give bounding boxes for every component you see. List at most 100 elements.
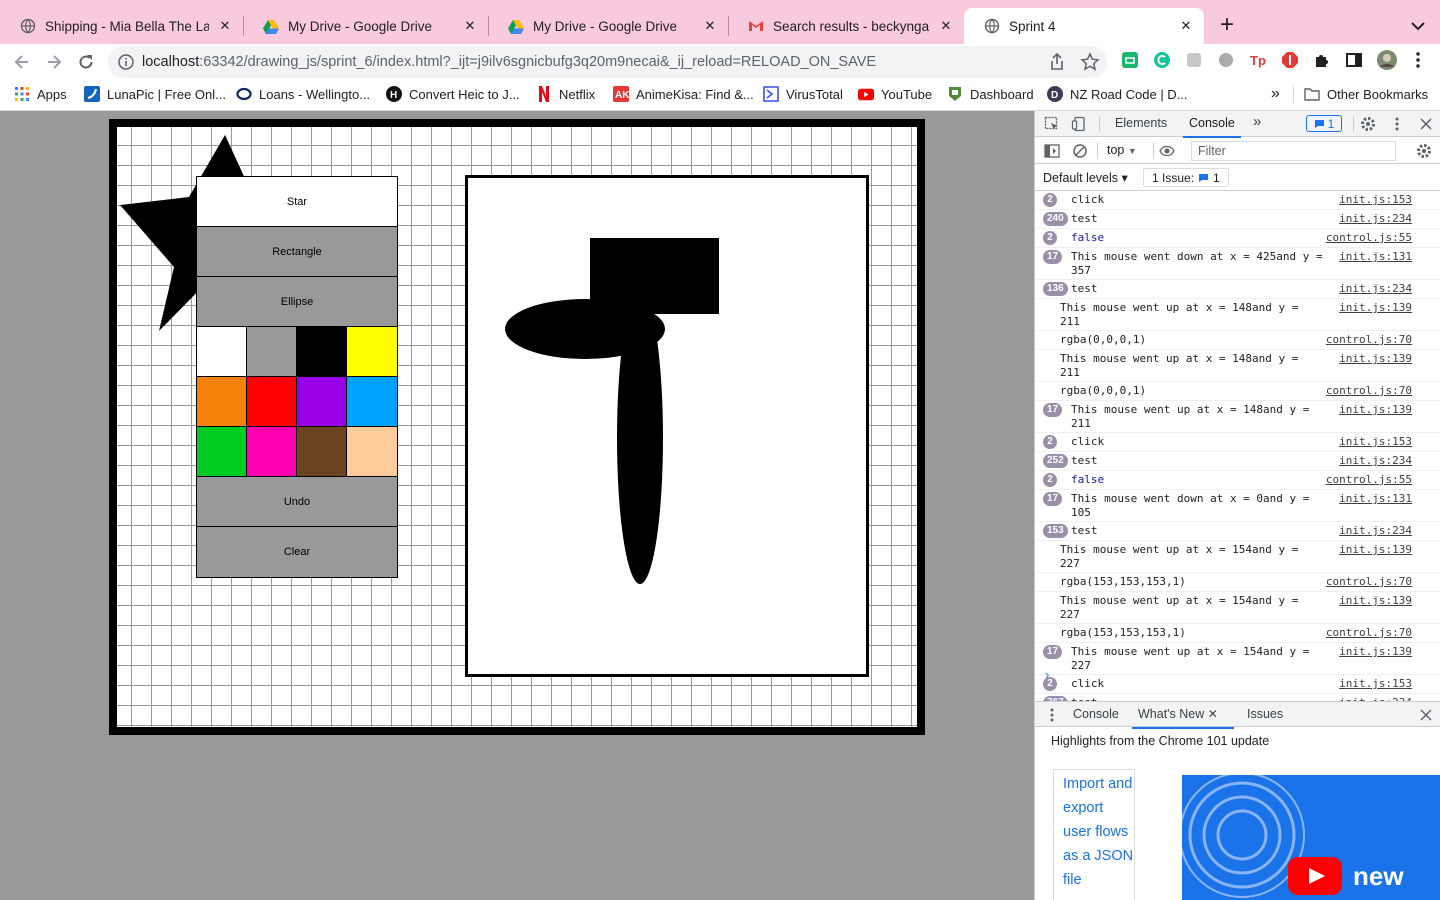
source-link[interactable]: control.js:70 — [1326, 626, 1412, 639]
color-swatch[interactable] — [347, 327, 397, 377]
color-swatch[interactable] — [197, 427, 247, 477]
rectangle-tool-button[interactable]: Rectangle — [197, 227, 397, 277]
source-link[interactable]: control.js:70 — [1326, 333, 1412, 346]
close-tab-icon[interactable]: ✕ — [1208, 707, 1218, 721]
bookmark-item[interactable]: VirusTotal — [763, 85, 843, 103]
color-swatch[interactable] — [247, 377, 297, 427]
browser-tab[interactable]: My Drive - Google Drive ✕ — [488, 8, 728, 44]
share-icon[interactable] — [1048, 53, 1066, 71]
more-tabs-button[interactable]: » — [1253, 113, 1261, 130]
source-link[interactable]: init.js:234 — [1339, 524, 1412, 537]
source-link[interactable]: init.js:139 — [1339, 543, 1412, 556]
bookmarks-overflow-button[interactable]: » — [1271, 85, 1280, 103]
drawing-canvas[interactable]: Star Rectangle Ellipse Undo Clear — [117, 127, 917, 727]
source-link[interactable]: init.js:153 — [1339, 435, 1412, 448]
extension-leaf-icon[interactable] — [1217, 51, 1235, 69]
drawer-tab-console[interactable]: Console — [1073, 707, 1119, 721]
extension-adblock-icon[interactable] — [1281, 51, 1299, 69]
console-filter-input[interactable]: Filter — [1191, 141, 1396, 161]
bookmark-item[interactable]: AK AnimeKisa: Find &... — [613, 85, 754, 103]
extension-puzzle-gray-icon[interactable] — [1185, 51, 1203, 69]
youtube-play-icon[interactable] — [1288, 857, 1342, 895]
whats-new-video-thumbnail[interactable]: new — [1182, 775, 1440, 900]
color-swatch[interactable] — [297, 327, 347, 377]
close-tab-icon[interactable]: ✕ — [1178, 18, 1194, 34]
tab-elements[interactable]: Elements — [1115, 116, 1167, 130]
url-text[interactable]: localhost:63342/drawing_js/sprint_6/inde… — [142, 54, 876, 70]
color-swatch[interactable] — [197, 377, 247, 427]
source-link[interactable]: init.js:153 — [1339, 677, 1412, 690]
whats-new-link-card[interactable]: Import and export user flows as a JSON f… — [1053, 769, 1135, 900]
address-bar[interactable]: localhost:63342/drawing_js/sprint_6/inde… — [108, 46, 1107, 78]
close-tab-icon[interactable]: ✕ — [217, 18, 233, 34]
source-link[interactable]: init.js:234 — [1339, 454, 1412, 467]
profile-avatar[interactable] — [1376, 49, 1398, 71]
browser-tab[interactable]: My Drive - Google Drive ✕ — [243, 8, 488, 44]
extensions-puzzle-icon[interactable] — [1313, 51, 1331, 69]
close-drawer-icon[interactable] — [1417, 706, 1435, 724]
extension-tp-icon[interactable]: Tp — [1249, 51, 1267, 69]
new-tab-button[interactable]: + — [1213, 12, 1241, 40]
source-link[interactable]: control.js:70 — [1326, 384, 1412, 397]
issues-badge[interactable]: 1 — [1306, 115, 1342, 132]
color-swatch[interactable] — [197, 327, 247, 377]
info-icon[interactable] — [118, 54, 134, 70]
source-link[interactable]: control.js:70 — [1326, 575, 1412, 588]
close-tab-icon[interactable]: ✕ — [462, 18, 478, 34]
other-bookmarks-button[interactable]: Other Bookmarks — [1304, 85, 1428, 103]
undo-button[interactable]: Undo — [197, 477, 397, 527]
color-swatch[interactable] — [247, 327, 297, 377]
bookmark-item[interactable]: Loans - Wellingto... — [236, 85, 370, 103]
bookmark-item[interactable]: Dashboard — [947, 85, 1034, 103]
source-link[interactable]: control.js:55 — [1326, 473, 1412, 486]
bookmark-star-icon[interactable] — [1080, 52, 1100, 72]
live-expression-eye-icon[interactable] — [1158, 142, 1176, 160]
color-swatch[interactable] — [347, 377, 397, 427]
color-swatch[interactable] — [347, 427, 397, 477]
source-link[interactable]: init.js:139 — [1339, 301, 1412, 314]
kebab-menu-icon[interactable] — [1388, 115, 1406, 133]
color-swatch[interactable] — [297, 377, 347, 427]
bookmark-item[interactable]: YouTube — [858, 85, 932, 103]
close-tab-icon[interactable]: ✕ — [702, 18, 718, 34]
star-tool-button[interactable]: Star — [197, 177, 397, 227]
sidebar-toggle-icon[interactable] — [1043, 142, 1061, 160]
back-button[interactable] — [8, 48, 36, 76]
device-toolbar-icon[interactable] — [1070, 115, 1088, 133]
tab-console[interactable]: Console — [1183, 116, 1241, 138]
source-link[interactable]: init.js:139 — [1339, 594, 1412, 607]
color-swatch[interactable] — [247, 427, 297, 477]
color-swatch[interactable] — [297, 427, 347, 477]
bookmark-item[interactable]: D NZ Road Code | D... — [1047, 85, 1188, 103]
browser-tab[interactable]: Shipping - Mia Bella The Label ✕ — [0, 8, 243, 44]
tab-search-button[interactable] — [1406, 14, 1430, 38]
close-devtools-icon[interactable] — [1417, 115, 1435, 133]
bookmark-item[interactable]: Netflix — [536, 85, 595, 103]
ellipse-tool-button[interactable]: Ellipse — [197, 277, 397, 327]
forward-button[interactable] — [40, 48, 68, 76]
bookmark-item[interactable]: Apps — [14, 85, 67, 103]
drawer-menu-icon[interactable] — [1043, 706, 1061, 724]
source-link[interactable]: init.js:234 — [1339, 212, 1412, 225]
source-link[interactable]: init.js:131 — [1339, 492, 1412, 505]
source-link[interactable]: init.js:139 — [1339, 352, 1412, 365]
more-menu-icon[interactable] — [1409, 51, 1427, 69]
console-settings-gear-icon[interactable] — [1415, 142, 1433, 160]
bookmark-item[interactable]: H Convert Heic to J... — [386, 85, 520, 103]
source-link[interactable]: init.js:131 — [1339, 250, 1412, 263]
clear-button[interactable]: Clear — [197, 527, 397, 577]
source-link[interactable]: init.js:139 — [1339, 645, 1412, 658]
extension-grammar-icon[interactable] — [1121, 51, 1139, 69]
browser-tab[interactable]: Search results - beckyngan28@ ✕ — [728, 8, 964, 44]
issues-button[interactable]: 1 Issue: 1 — [1143, 168, 1229, 187]
drawer-tab-whats-new[interactable]: What's New ✕ — [1132, 707, 1234, 729]
drawer-tab-issues[interactable]: Issues — [1247, 707, 1283, 721]
clear-console-icon[interactable] — [1071, 142, 1089, 160]
console-prompt[interactable]: › — [1045, 667, 1049, 682]
extension-grammarly-icon[interactable] — [1153, 51, 1171, 69]
drawing-area[interactable] — [465, 175, 869, 677]
context-selector[interactable]: top ▼ — [1107, 143, 1137, 157]
inspect-element-icon[interactable] — [1043, 115, 1061, 133]
side-panel-icon[interactable] — [1345, 51, 1363, 69]
source-link[interactable]: init.js:139 — [1339, 403, 1412, 416]
